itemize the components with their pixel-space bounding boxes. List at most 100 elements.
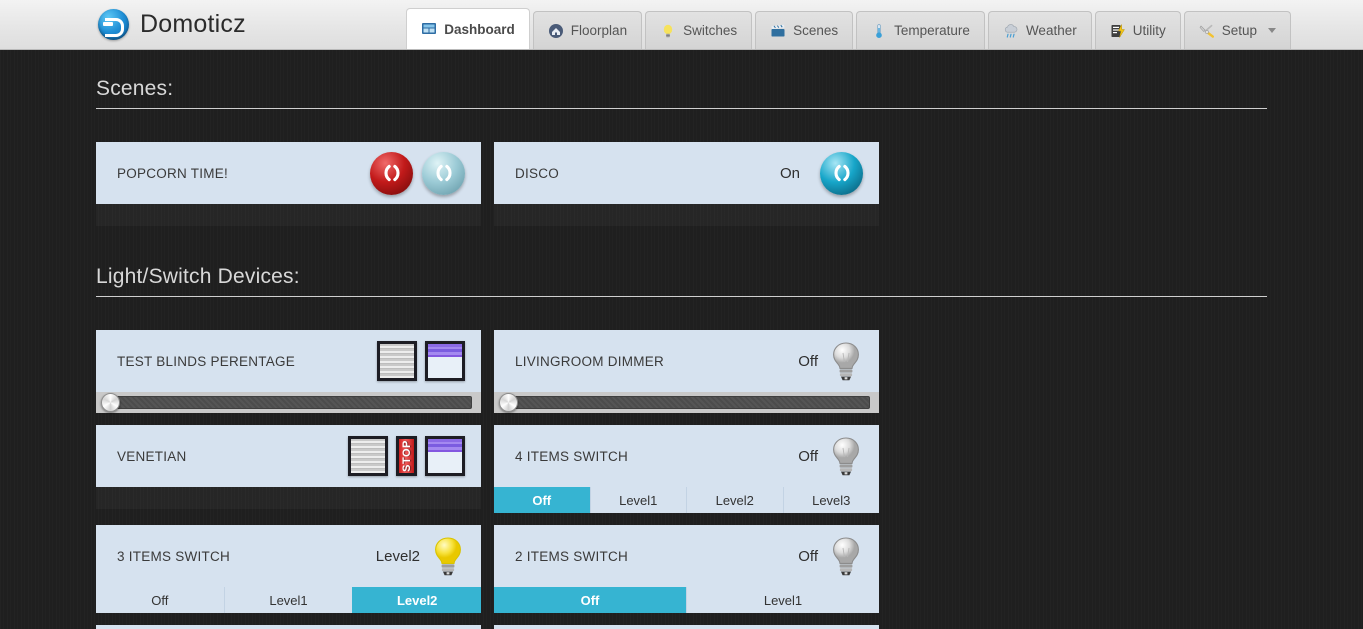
level-option[interactable]: Level1: [589, 487, 686, 513]
tab-temperature[interactable]: Temperature: [856, 11, 985, 49]
slider-handle[interactable]: [101, 393, 120, 412]
main-navigation: Dashboard Floorplan Switches Scenes Temperat…: [406, 8, 1291, 49]
tab-scenes[interactable]: Scenes: [755, 11, 854, 49]
device-status: Off: [798, 447, 818, 465]
device-card: TEST BLINDS PERENTAGE: [96, 330, 481, 413]
device-card: DISCO On: [494, 142, 879, 226]
utility-icon: [1110, 23, 1126, 39]
tab-floorplan[interactable]: Floorplan: [532, 11, 643, 49]
card-footer: [96, 204, 481, 226]
blind-close-button[interactable]: [377, 341, 417, 381]
bulb-off-icon[interactable]: [829, 536, 863, 576]
device-card: PLANT WATERINGOn: [96, 625, 481, 629]
device-status: Off: [798, 547, 818, 565]
level-option[interactable]: Off: [494, 487, 590, 513]
slider-track: [508, 396, 870, 409]
power-toggle-icon: [380, 161, 404, 185]
bulb-on-icon[interactable]: [431, 536, 465, 576]
level-option[interactable]: Off: [494, 587, 686, 613]
tab-weather[interactable]: Weather: [987, 11, 1092, 49]
bulb-off-icon[interactable]: [829, 341, 863, 381]
card-footer: [96, 487, 481, 509]
level-option[interactable]: Level1: [686, 587, 879, 613]
tab-label: Floorplan: [570, 23, 628, 38]
card-footer: [494, 204, 879, 226]
card-controls: [369, 341, 465, 381]
device-card: 3 ITEMS SWITCH Level2 Off Level1 Level2: [96, 525, 482, 613]
chevron-down-icon: [1268, 28, 1276, 33]
tab-switches[interactable]: Switches: [645, 11, 753, 49]
scene-on-button[interactable]: [422, 151, 465, 195]
domoticz-logo-icon: [98, 9, 129, 40]
device-name: 2 ITEMS SWITCH: [515, 548, 629, 564]
card-controls: [829, 341, 863, 381]
card-controls: [829, 436, 863, 476]
tab-label: Temperature: [894, 23, 970, 38]
section-title: Light/Switch Devices:: [96, 238, 1267, 297]
level-option[interactable]: Off: [96, 587, 224, 613]
card-grid: POPCORN TIME! DISCO On: [96, 142, 1267, 238]
bulb-off-icon[interactable]: [829, 436, 863, 476]
slider-track: [110, 396, 472, 409]
dashboard-icon: [421, 21, 437, 37]
thermometer-icon: [871, 23, 887, 39]
tab-label: Setup: [1221, 23, 1257, 38]
device-name: DISCO: [515, 165, 560, 181]
device-card: LIVINGROOM DIMMER Off: [494, 330, 879, 413]
level-option[interactable]: Level1: [223, 587, 353, 613]
tab-label: Switches: [683, 23, 738, 38]
device-name: 4 ITEMS SWITCH: [515, 448, 629, 464]
venetian-close-button[interactable]: [348, 436, 388, 476]
tab-utility[interactable]: Utility: [1094, 11, 1181, 49]
section-title: Scenes:: [96, 50, 1267, 109]
device-card: 4 ITEMS SWITCH Off Off Level1 Level2 Level3: [494, 425, 879, 513]
tab-label: Utility: [1132, 23, 1166, 38]
device-card: SMOKEMACHINEOn: [494, 625, 879, 629]
card-controls: STOP: [340, 436, 465, 476]
card-body: 2 ITEMS SWITCH Off: [494, 525, 879, 587]
device-status: On: [779, 164, 800, 182]
tab-dashboard[interactable]: Dashboard: [406, 8, 530, 49]
card-body: DISCO On: [494, 142, 879, 204]
cloud-rain-icon: [1003, 23, 1019, 39]
device-card: 2 ITEMS SWITCH Off Off Level1: [494, 525, 879, 613]
dimmer-level-slider[interactable]: [494, 392, 879, 413]
venetian-open-button[interactable]: [425, 436, 465, 476]
device-name: TEST BLINDS PERENTAGE: [117, 353, 296, 369]
venetian-stop-button[interactable]: STOP: [396, 436, 417, 476]
device-name: LIVINGROOM DIMMER: [515, 353, 665, 369]
power-toggle-icon: [830, 161, 854, 185]
tab-setup[interactable]: Setup: [1183, 11, 1291, 49]
blind-open-button[interactable]: [425, 341, 465, 381]
card-body: VENETIAN STOP: [96, 425, 481, 487]
card-controls: [361, 151, 465, 195]
blinds-percentage-slider[interactable]: [96, 392, 481, 413]
card-body: LIVINGROOM DIMMER Off: [494, 330, 879, 392]
device-name: 3 ITEMS SWITCH: [117, 548, 231, 564]
brand-name: Domoticz: [140, 10, 246, 38]
device-status: Off: [798, 352, 818, 370]
card-body: POPCORN TIME!: [96, 142, 481, 204]
tab-label: Dashboard: [444, 21, 515, 37]
stop-label: STOP: [400, 440, 413, 472]
level-option[interactable]: Level2: [686, 487, 783, 513]
device-card: VENETIAN STOP: [96, 425, 481, 513]
scene-toggle-button[interactable]: [820, 151, 863, 195]
tab-label: Scenes: [793, 23, 839, 38]
tab-label: Weather: [1025, 23, 1077, 38]
level-selector: Off Level1 Level2: [96, 587, 482, 613]
card-body: PLANT WATERINGOn: [96, 625, 481, 629]
slider-handle[interactable]: [499, 393, 518, 412]
card-controls: [811, 151, 863, 195]
device-name: POPCORN TIME!: [117, 165, 229, 181]
level-selector: Off Level1: [494, 587, 879, 613]
level-option[interactable]: Level2: [352, 587, 482, 613]
power-toggle-icon: [432, 161, 456, 185]
device-card: POPCORN TIME!: [96, 142, 481, 226]
card-body: 3 ITEMS SWITCH Level2: [96, 525, 481, 587]
brand: Domoticz: [98, 9, 246, 40]
card-body: SMOKEMACHINEOn: [494, 625, 879, 629]
scene-off-button[interactable]: [370, 151, 413, 195]
card-body: TEST BLINDS PERENTAGE: [96, 330, 481, 392]
level-option[interactable]: Level3: [782, 487, 879, 513]
